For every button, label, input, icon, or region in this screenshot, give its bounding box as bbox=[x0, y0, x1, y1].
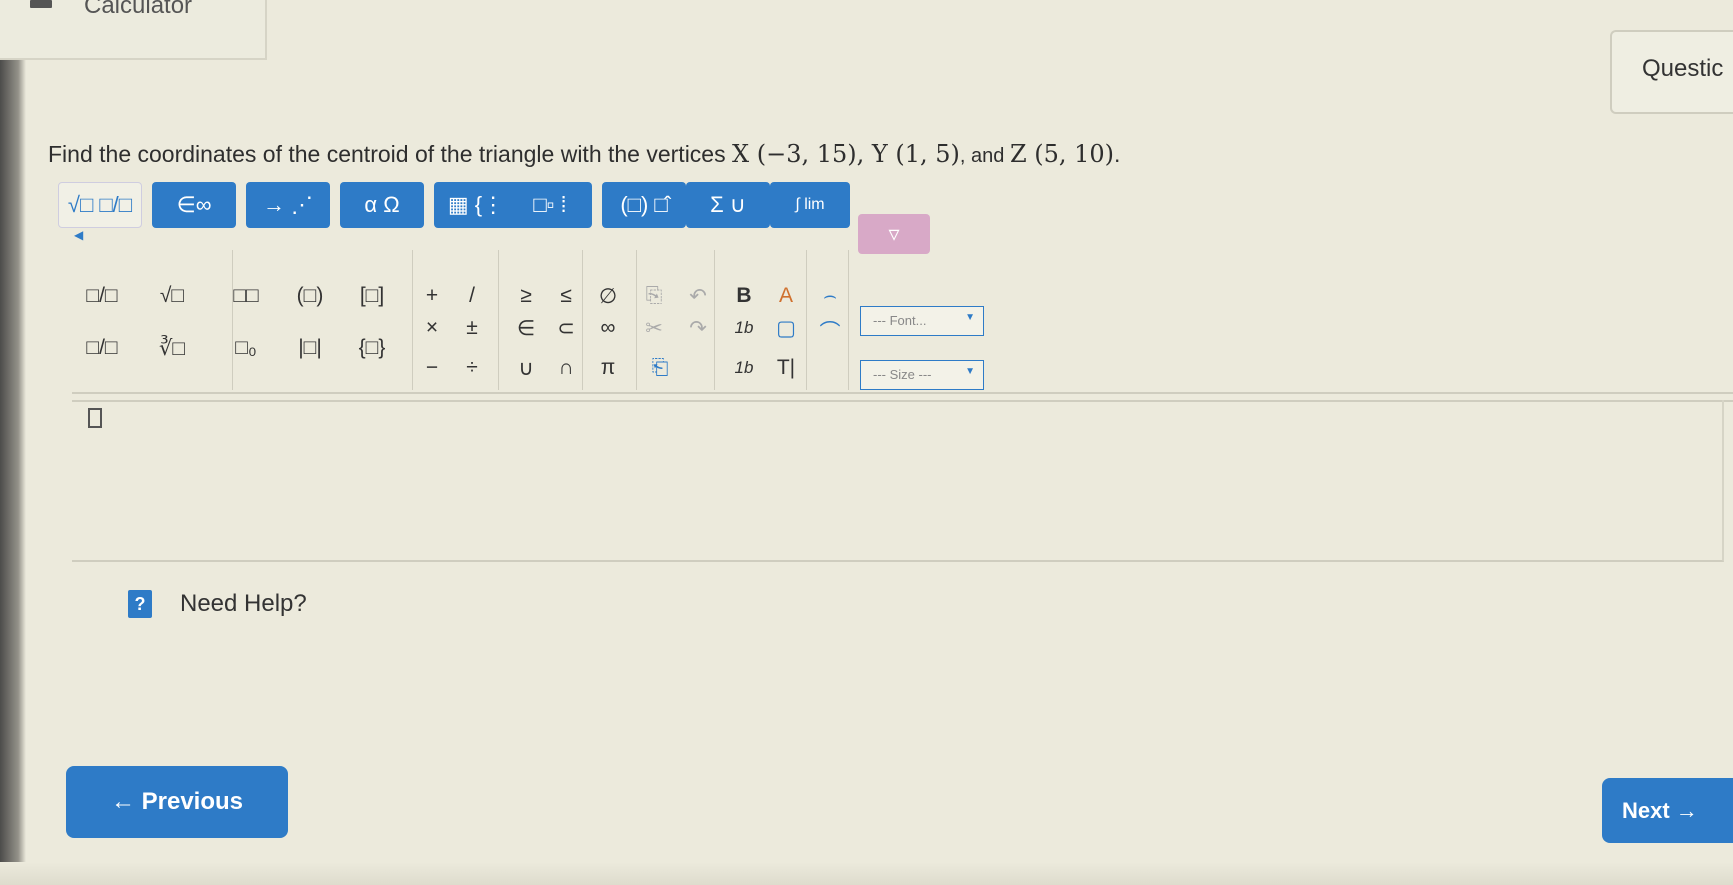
tab-roots-fractions[interactable]: √□ □/□ bbox=[58, 182, 142, 228]
overline-icon[interactable]: ⌒ bbox=[810, 316, 850, 346]
divide-slash-button[interactable]: / bbox=[452, 284, 492, 308]
prompt-period: . bbox=[1114, 141, 1121, 167]
less-equal-button[interactable]: ≤ bbox=[546, 284, 586, 308]
redo-icon[interactable]: ↷ bbox=[678, 316, 718, 341]
times-button[interactable]: × bbox=[412, 316, 452, 340]
prompt-comma: , bbox=[856, 140, 872, 168]
help-icon[interactable]: ? bbox=[128, 590, 152, 618]
square-brackets-button[interactable]: [□] bbox=[352, 284, 392, 308]
chevron-down-icon: ▼ bbox=[965, 366, 975, 377]
answer-placeholder-box[interactable] bbox=[88, 408, 102, 428]
vertex-z: Z (5, 10) bbox=[1009, 140, 1115, 168]
underline-button[interactable]: 1b bbox=[724, 358, 764, 378]
question-tab-label: Questic bbox=[1642, 55, 1724, 82]
text-mode-button[interactable]: T| bbox=[766, 356, 806, 380]
subset-button[interactable]: ⊂ bbox=[546, 316, 586, 341]
cube-root-button[interactable]: ∛□ bbox=[152, 336, 192, 361]
curly-braces-button[interactable]: {□} bbox=[352, 336, 392, 360]
plus-minus-button[interactable]: ± bbox=[452, 316, 492, 340]
division-button[interactable]: ÷ bbox=[452, 356, 492, 380]
union-button[interactable]: ∪ bbox=[506, 356, 546, 381]
element-of-button[interactable]: ∈ bbox=[506, 316, 546, 341]
vertex-y: Y (1, 5) bbox=[871, 140, 960, 168]
chevron-down-icon: ▼ bbox=[965, 312, 975, 323]
vertex-x: X (−3, 15) bbox=[732, 140, 857, 168]
copy-icon[interactable]: ⎘ bbox=[634, 284, 674, 308]
overarc-icon[interactable]: ⌢ bbox=[810, 284, 850, 308]
empty-set-button[interactable]: ∅ bbox=[588, 284, 628, 309]
tab-sets-infinity[interactable]: ∈∞ bbox=[152, 182, 236, 228]
plus-button[interactable]: + bbox=[412, 284, 452, 308]
cut-icon[interactable]: ✂ bbox=[634, 316, 674, 341]
superscript-button[interactable]: □□ bbox=[226, 284, 266, 308]
answer-input-area[interactable] bbox=[72, 400, 1724, 562]
scroll-left-icon[interactable]: ◀ bbox=[74, 228, 83, 242]
parentheses-button[interactable]: (□) bbox=[290, 284, 330, 308]
tab-collapse[interactable]: ▿ bbox=[858, 214, 930, 254]
prompt-and: , and bbox=[959, 145, 1010, 167]
italic-button[interactable]: 1b bbox=[724, 318, 764, 338]
palette-divider bbox=[232, 250, 233, 390]
intersection-button[interactable]: ∩ bbox=[546, 356, 586, 380]
tab-arrows[interactable]: → ⋰ bbox=[246, 182, 330, 228]
paste-icon[interactable]: ⎗ bbox=[640, 356, 680, 380]
size-dropdown-label: --- Size --- bbox=[873, 367, 932, 382]
screen-bottom-edge bbox=[0, 862, 1733, 885]
subscript-button[interactable]: □₀ bbox=[226, 336, 266, 360]
tab-superscripts[interactable]: □▫ ⁞ bbox=[508, 182, 592, 228]
minus-button[interactable]: − bbox=[412, 356, 452, 380]
undo-icon[interactable]: ↶ bbox=[678, 284, 718, 309]
bold-button[interactable]: B bbox=[724, 284, 764, 308]
tab-greek[interactable]: α Ω bbox=[340, 182, 424, 228]
sqrt-button[interactable]: √□ bbox=[152, 284, 192, 308]
screen-edge bbox=[0, 0, 26, 885]
pi-button[interactable]: π bbox=[588, 356, 628, 380]
box-icon[interactable]: ▢ bbox=[766, 316, 806, 341]
font-dropdown-label: --- Font... bbox=[873, 313, 927, 328]
calculator-icon[interactable] bbox=[30, 0, 52, 8]
greater-equal-button[interactable]: ≥ bbox=[506, 284, 546, 308]
tab-sums-unions[interactable]: Σ ∪ bbox=[686, 182, 770, 228]
text-color-icon[interactable]: A bbox=[766, 284, 806, 308]
infinity-button[interactable]: ∞ bbox=[588, 316, 628, 340]
mixed-fraction-button[interactable]: □/□ bbox=[82, 336, 122, 360]
question-prompt: Find the coordinates of the centroid of … bbox=[48, 140, 1120, 168]
font-dropdown[interactable]: --- Font... ▼ bbox=[860, 306, 984, 336]
size-dropdown[interactable]: --- Size --- ▼ bbox=[860, 360, 984, 390]
fraction-button[interactable]: □/□ bbox=[82, 284, 122, 308]
palette-divider bbox=[498, 250, 499, 390]
previous-button[interactable]: ← Previous bbox=[66, 766, 288, 838]
next-button[interactable]: Next → bbox=[1602, 778, 1733, 843]
absolute-value-button[interactable]: |□| bbox=[290, 336, 330, 360]
tab-matrices[interactable]: ▦ {⋮ bbox=[434, 182, 518, 228]
calculator-label[interactable]: Calculator bbox=[84, 0, 192, 20]
tab-calculus[interactable]: ∫ lim bbox=[770, 182, 850, 228]
need-help-link[interactable]: Need Help? bbox=[180, 590, 307, 618]
prompt-text: Find the coordinates of the centroid of … bbox=[48, 141, 732, 167]
palette-divider bbox=[806, 250, 807, 390]
tab-brackets-accents[interactable]: (□) □̂ bbox=[602, 182, 686, 228]
